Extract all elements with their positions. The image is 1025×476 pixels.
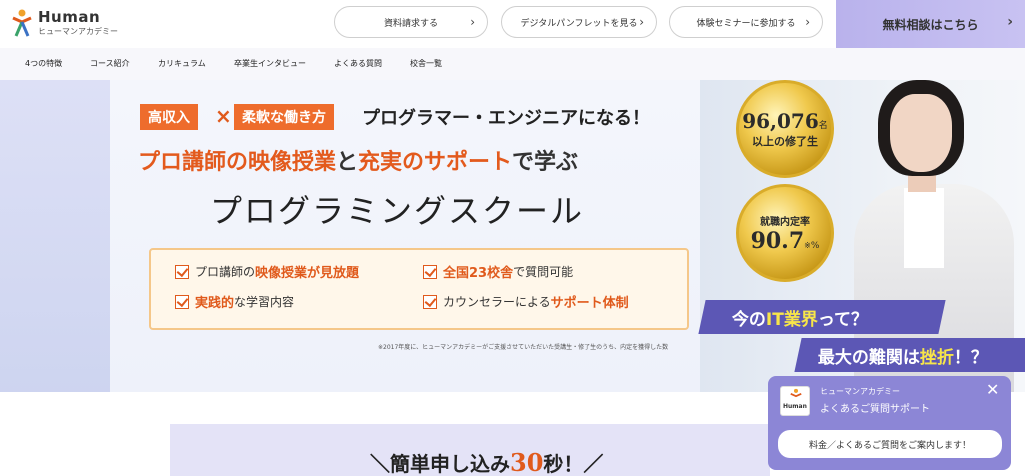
subheadline-part-2: と [336,150,359,175]
trial-seminar-button[interactable]: 体験セミナーに参加する › [669,6,823,38]
it-industry-banner: 今のIT業界って？ [698,300,946,334]
apply-heading-pre: ＼簡単申し込み [370,452,510,476]
feature-highlight: 映像授業が見放題 [255,266,360,281]
feature-text: な学習内容 [234,295,295,309]
chat-name: ヒューマンアカデミー [820,387,900,396]
nav-item-courses[interactable]: コース紹介 [90,58,130,69]
feature-text: プロ講師の [195,265,256,279]
feature-item: カウンセラーによる サポート体制 [423,292,629,311]
graduates-unit: 名 [818,121,828,131]
photo-shirt [904,188,944,268]
chat-logo-word: Human [783,403,807,410]
subheadline-part-4: で学ぶ [512,150,579,175]
banner-highlight: IT業界 [766,309,818,330]
feature-list: プロ講師の 映像授業が見放題 全国23校舎 で質問可能 実践的 な学習内容 カウンセラ… [149,248,689,330]
chevron-right-icon: › [805,15,810,29]
employment-rate-unit: % [810,240,820,251]
trial-seminar-label: 体験セミナーに参加する [696,18,796,29]
logo-mark-icon [12,9,32,37]
nav-item-features[interactable]: 4つの特徴 [25,58,62,69]
free-consultation-label: 無料相談はこちら [882,17,979,32]
free-consultation-button[interactable]: 無料相談はこちら › [836,0,1025,48]
checkbox-icon [423,294,437,309]
logo[interactable]: Human ヒューマンアカデミー [10,6,120,42]
employment-rate-note-mark: ※ [804,240,811,250]
graduates-count: 96,076 [742,109,819,133]
digital-pamphlet-button[interactable]: デジタルパンフレットを見る › [501,6,657,38]
feature-item: 全国23校舎 で質問可能 [423,262,573,281]
main-nav: 4つの特徴 コース紹介 カリキュラム 卒業生インタビュー よくある質問 校舎一覧 [0,48,1025,80]
footnote: ※2017年度に、ヒューマンアカデミーがご支援させていただいた受講生・修了生のう… [378,344,669,351]
tag-high-income: 高収入 [140,104,198,130]
nav-item-faq[interactable]: よくある質問 [334,58,382,69]
banner-text: ！？ [954,347,988,368]
hero-banner: 高収入 × 柔軟な働き方 プログラマー・エンジニアになる！ プロ講師の映像授業と… [0,80,1025,392]
feature-text: で質問可能 [513,265,574,279]
biggest-challenge-banner: 最大の難関は挫折！？ [794,338,1025,372]
apply-heading-number: 30 [510,448,544,476]
subheadline-part-3: 充実のサポート [358,150,513,175]
apply-heading: ＼簡単申し込み30秒！／ [370,448,603,476]
banner-text: 今の [732,309,766,330]
graduates-caption: 以上の修了生 [752,135,818,148]
employment-rate-caption: 就職内定率 [760,216,810,228]
digital-pamphlet-label: デジタルパンフレットを見る [520,18,638,29]
logo-wordmark: Human [38,8,101,26]
subheadline-part-1: プロ講師の映像授業 [138,150,337,175]
graduates-medal: 96,076名 以上の修了生 [736,80,834,178]
feature-item: プロ講師の 映像授業が見放題 [175,262,359,281]
employment-rate-value: 90.7 [750,227,805,254]
nav-item-curriculum[interactable]: カリキュラム [158,58,206,69]
request-brochure-button[interactable]: 資料請求する › [334,6,488,38]
banner-text: 最大の難関は [818,347,920,368]
feature-highlight: 全国23校舎 [443,266,514,281]
hero-headline: プログラマー・エンジニアになる！ [362,108,650,129]
checkbox-icon [423,264,437,279]
feature-highlight: サポート体制 [550,296,629,311]
chat-subtitle: よくあるご質問サポート [820,404,930,415]
employment-rate-medal: 就職内定率 90.7※% [736,184,834,282]
close-icon[interactable]: ✕ [986,380,999,399]
checkbox-icon [175,264,189,279]
request-brochure-label: 資料請求する [383,18,438,29]
hero-decoration [0,80,110,392]
chevron-right-icon: › [470,15,475,29]
feature-text: カウンセラーによる [443,295,551,309]
site-header: Human ヒューマンアカデミー 資料請求する › デジタルパンフレットを見る … [0,0,1025,48]
banner-highlight: 挫折 [920,347,954,368]
chat-message-bubble[interactable]: 料金／よくあるご質問をご案内します！ [778,430,1002,458]
banner-text: って？ [817,309,869,330]
logo-mark-icon [790,388,802,398]
feature-highlight: 実践的 [195,296,235,311]
nav-item-interviews[interactable]: 卒業生インタビュー [234,58,306,69]
nav-item-campuses[interactable]: 校舎一覧 [410,58,442,69]
photo-face [890,94,952,172]
logo-subtitle: ヒューマンアカデミー [38,27,118,36]
chat-logo: Human [780,386,810,416]
checkbox-icon [175,294,189,309]
hero-title: プログラミングスクール [210,192,585,230]
chevron-right-icon: › [1007,14,1013,30]
chat-widget[interactable]: Human ヒューマンアカデミー よくあるご質問サポート ✕ 料金／よくあるご質… [768,376,1011,470]
feature-item: 実践的 な学習内容 [175,292,294,311]
tag-flexible-work: 柔軟な働き方 [234,104,334,130]
chevron-right-icon: › [639,15,644,29]
times-symbol: × [215,104,232,128]
apply-heading-post: 秒！／ [543,452,604,476]
hero-subheadline: プロ講師の映像授業と充実のサポートで学ぶ [138,144,578,176]
